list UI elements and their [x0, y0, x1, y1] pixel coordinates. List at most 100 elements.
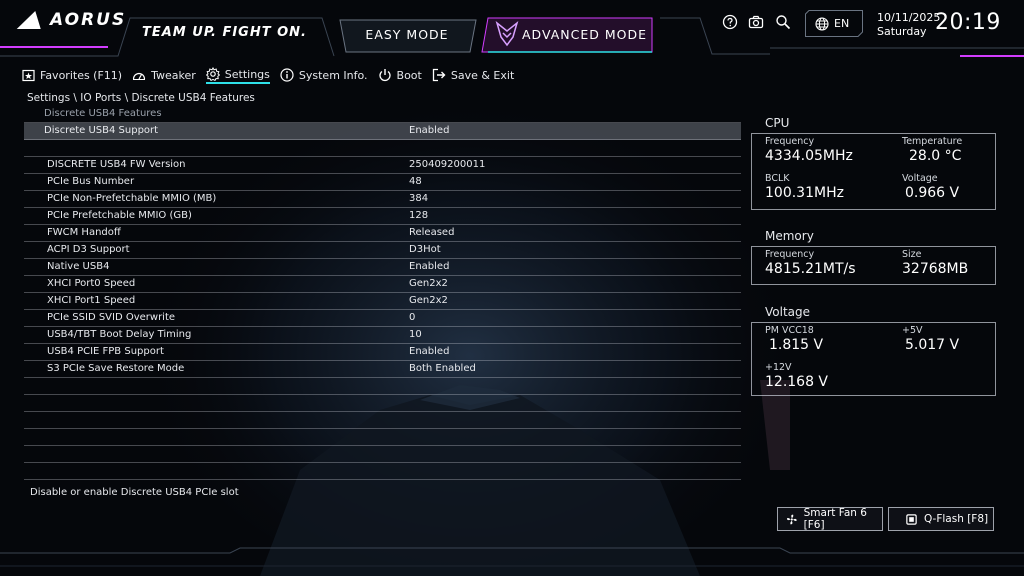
setting-value[interactable]: 384 — [409, 191, 428, 207]
v12-value: 12.168 V — [765, 374, 829, 390]
setting-row[interactable]: PCIe Non-Prefetchable MMIO (MB) 384 — [24, 191, 741, 208]
setting-label: USB4 PCIE FPB Support — [47, 346, 164, 357]
tab-boot[interactable]: Boot — [378, 66, 422, 84]
setting-value[interactable]: Both Enabled — [409, 361, 476, 377]
advanced-mode-label: ADVANCED MODE — [522, 26, 647, 42]
fan-icon — [786, 514, 797, 524]
favorites-icon — [22, 69, 35, 81]
setting-value[interactable]: 10 — [409, 327, 422, 343]
camera-icon[interactable] — [748, 14, 764, 30]
smart-fan-button[interactable]: Smart Fan 6 [F6] — [777, 507, 883, 531]
date-display: 10/11/2025 Saturday — [877, 11, 940, 39]
setting-label: S3 PCIe Save Restore Mode — [47, 363, 185, 374]
setting-value[interactable]: 0 — [409, 310, 415, 326]
memory-size-value: 32768MB — [902, 261, 969, 277]
setting-value[interactable]: Gen2x2 — [409, 293, 448, 309]
cpu-panel: Frequency 4334.05MHz Temperature 28.0 °C… — [751, 133, 996, 210]
setting-value[interactable]: Enabled — [409, 123, 449, 139]
setting-label: Native USB4 — [47, 261, 110, 272]
easy-mode-label: EASY MODE — [365, 26, 449, 42]
memory-panel: Frequency 4815.21MT/s Size 32768MB — [751, 246, 996, 285]
setting-label: PCIe SSID SVID Overwrite — [47, 312, 176, 323]
setting-row[interactable]: USB4 PCIE FPB Support Enabled — [24, 344, 741, 361]
setting-value[interactable]: Enabled — [409, 344, 449, 360]
cpu-bclk-value: 100.31MHz — [765, 185, 844, 201]
setting-value[interactable]: Gen2x2 — [409, 276, 448, 292]
smart-fan-label: Smart Fan 6 [F6] — [803, 507, 867, 531]
setting-label: USB4/TBT Boot Delay Timing — [47, 329, 192, 340]
setting-value[interactable]: 48 — [409, 174, 422, 190]
setting-row[interactable]: PCIe SSID SVID Overwrite 0 — [24, 310, 741, 327]
setting-value[interactable]: Released — [409, 225, 454, 241]
setting-value[interactable]: 250409200011 — [409, 157, 485, 173]
clock-time: 20:19 — [935, 10, 1001, 35]
setting-row[interactable]: PCIe Bus Number 48 — [24, 174, 741, 191]
gear-icon — [205, 67, 220, 81]
tab-system-info[interactable]: System Info. — [280, 66, 368, 84]
empty-row — [24, 429, 741, 446]
v5-value: 5.017 V — [905, 337, 960, 353]
q-flash-button[interactable]: Q-Flash [F8] — [888, 507, 994, 531]
flash-chip-icon — [906, 513, 917, 525]
breadcrumb: Settings \ IO Ports \ Discrete USB4 Feat… — [27, 92, 255, 104]
weekday-text: Saturday — [877, 25, 927, 38]
tab-favorites-label: Favorites (F11) — [40, 68, 123, 82]
v12-label: +12V — [765, 362, 792, 373]
slogan-banner: TEAM UP. FIGHT ON. — [120, 16, 320, 52]
search-icon[interactable] — [775, 14, 791, 30]
voltage-panel: PM VCC18 1.815 V +5V 5.017 V +12V 12.168… — [751, 322, 996, 396]
settings-list: Discrete USB4 Features Discrete USB4 Sup… — [24, 106, 741, 480]
setting-label: PCIe Non-Prefetchable MMIO (MB) — [47, 193, 217, 204]
tab-settings[interactable]: Settings — [205, 66, 270, 84]
main-navigation: Favorites (F11) Tweaker Settings System … — [22, 66, 514, 84]
tab-save-exit[interactable]: Save & Exit — [432, 66, 514, 84]
setting-row[interactable]: XHCI Port1 Speed Gen2x2 — [24, 293, 741, 310]
setting-value[interactable]: 128 — [409, 208, 428, 224]
tab-favorites[interactable]: Favorites (F11) — [22, 66, 122, 84]
setting-label: PCIe Prefetchable MMIO (GB) — [47, 210, 192, 221]
setting-label: Discrete USB4 Support — [44, 125, 159, 136]
setting-row[interactable]: ACPI D3 Support D3Hot — [24, 242, 741, 259]
setting-row[interactable]: S3 PCIe Save Restore Mode Both Enabled — [24, 361, 741, 378]
cpu-voltage-label: Voltage — [902, 173, 938, 184]
setting-row[interactable]: DISCRETE USB4 FW Version 250409200011 — [24, 157, 741, 174]
setting-label: XHCI Port1 Speed — [47, 295, 136, 306]
setting-label: DISCRETE USB4 FW Version — [47, 159, 186, 170]
memory-frequency-value: 4815.21MT/s — [765, 261, 856, 277]
setting-label: XHCI Port0 Speed — [47, 278, 136, 289]
setting-row[interactable]: PCIe Prefetchable MMIO (GB) 128 — [24, 208, 741, 225]
setting-label: PCIe Bus Number — [47, 176, 135, 187]
easy-mode-button[interactable]: EASY MODE — [338, 17, 476, 51]
power-icon — [378, 69, 391, 82]
setting-row[interactable]: USB4/TBT Boot Delay Timing 10 — [24, 327, 741, 344]
empty-row — [24, 395, 741, 412]
help-icon[interactable] — [722, 14, 738, 30]
tab-tweaker[interactable]: Tweaker — [132, 66, 196, 84]
tab-save-exit-label: Save & Exit — [450, 68, 515, 82]
cpu-voltage-value: 0.966 V — [905, 185, 960, 201]
setting-value[interactable]: D3Hot — [409, 242, 441, 258]
setting-row[interactable]: FWCM Handoff Released — [24, 225, 741, 242]
setting-row-selected[interactable]: Discrete USB4 Support Enabled — [24, 123, 741, 140]
tab-system-info-label: System Info. — [298, 68, 368, 82]
empty-row — [24, 412, 741, 429]
setting-row[interactable]: Native USB4 Enabled — [24, 259, 741, 276]
section-header: Discrete USB4 Features — [24, 106, 741, 123]
v5-label: +5V — [902, 325, 923, 336]
voltage-title: Voltage — [765, 305, 811, 319]
cpu-frequency-label: Frequency — [765, 136, 815, 147]
q-flash-label: Q-Flash [F8] — [924, 513, 989, 525]
setting-row[interactable]: XHCI Port0 Speed Gen2x2 — [24, 276, 741, 293]
cpu-temperature-value: 28.0 °C — [909, 148, 962, 164]
advanced-mode-button[interactable]: ADVANCED MODE — [487, 17, 652, 51]
memory-title: Memory — [765, 229, 814, 243]
setting-value[interactable]: Enabled — [409, 259, 449, 275]
eagle-emblem-icon — [495, 20, 519, 47]
empty-row — [24, 463, 741, 480]
setting-label: FWCM Handoff — [47, 227, 121, 238]
help-text: Disable or enable Discrete USB4 PCIe slo… — [30, 487, 239, 498]
memory-frequency-label: Frequency — [765, 249, 815, 260]
cpu-bclk-label: BCLK — [765, 173, 790, 184]
cpu-frequency-value: 4334.05MHz — [765, 148, 853, 164]
eagle-logo-icon — [16, 11, 48, 29]
